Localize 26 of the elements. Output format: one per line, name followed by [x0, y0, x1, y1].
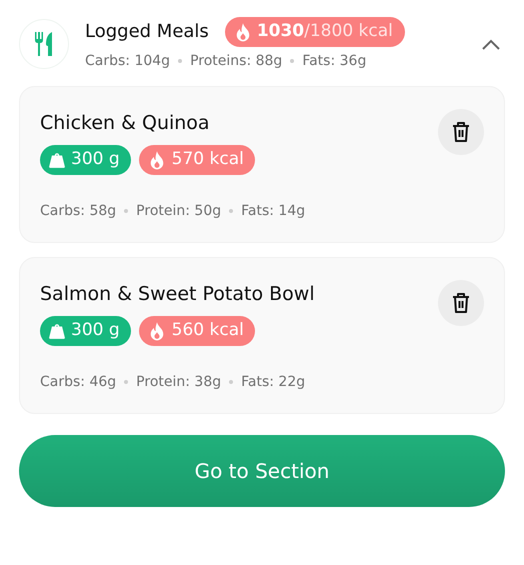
macro-text: Carbs: 46g	[40, 372, 116, 392]
go-to-section-button[interactable]: Go to Section	[19, 434, 505, 506]
chevron-icon	[481, 38, 501, 51]
calorie-total-text: 1030/1800 kcal	[256, 20, 393, 43]
cutlery-icon	[33, 31, 55, 58]
macro-text: Protein: 38g	[136, 372, 222, 392]
weight-icon	[48, 150, 66, 169]
weight-icon	[48, 322, 66, 340]
delete-button[interactable]	[438, 108, 484, 154]
macro-text: Proteins: 88g	[190, 52, 282, 70]
section-title: Logged Meals	[85, 20, 209, 44]
macro-text: Fats: 36g	[302, 52, 366, 70]
meal-name: Salmon & Sweet Potato Bowl	[40, 282, 315, 306]
weight-badge: 300 g	[40, 316, 131, 346]
meal-name: Chicken & Quinoa	[40, 110, 211, 136]
trash-icon	[451, 120, 471, 142]
trash-icon	[451, 292, 471, 314]
macro-text: Carbs: 104g	[85, 52, 170, 70]
macro-text: Fats: 22g	[241, 372, 306, 392]
weight-badge: 300 g	[40, 145, 131, 174]
macro-text: Protein: 50g	[136, 202, 222, 220]
calorie-badge: 560 kcal	[138, 316, 255, 346]
macro-text: Carbs: 58g	[40, 202, 116, 220]
calorie-badge: 570 kcal	[138, 145, 255, 174]
delete-button[interactable]	[438, 280, 484, 326]
macro-text: Fats: 14g	[241, 202, 306, 220]
